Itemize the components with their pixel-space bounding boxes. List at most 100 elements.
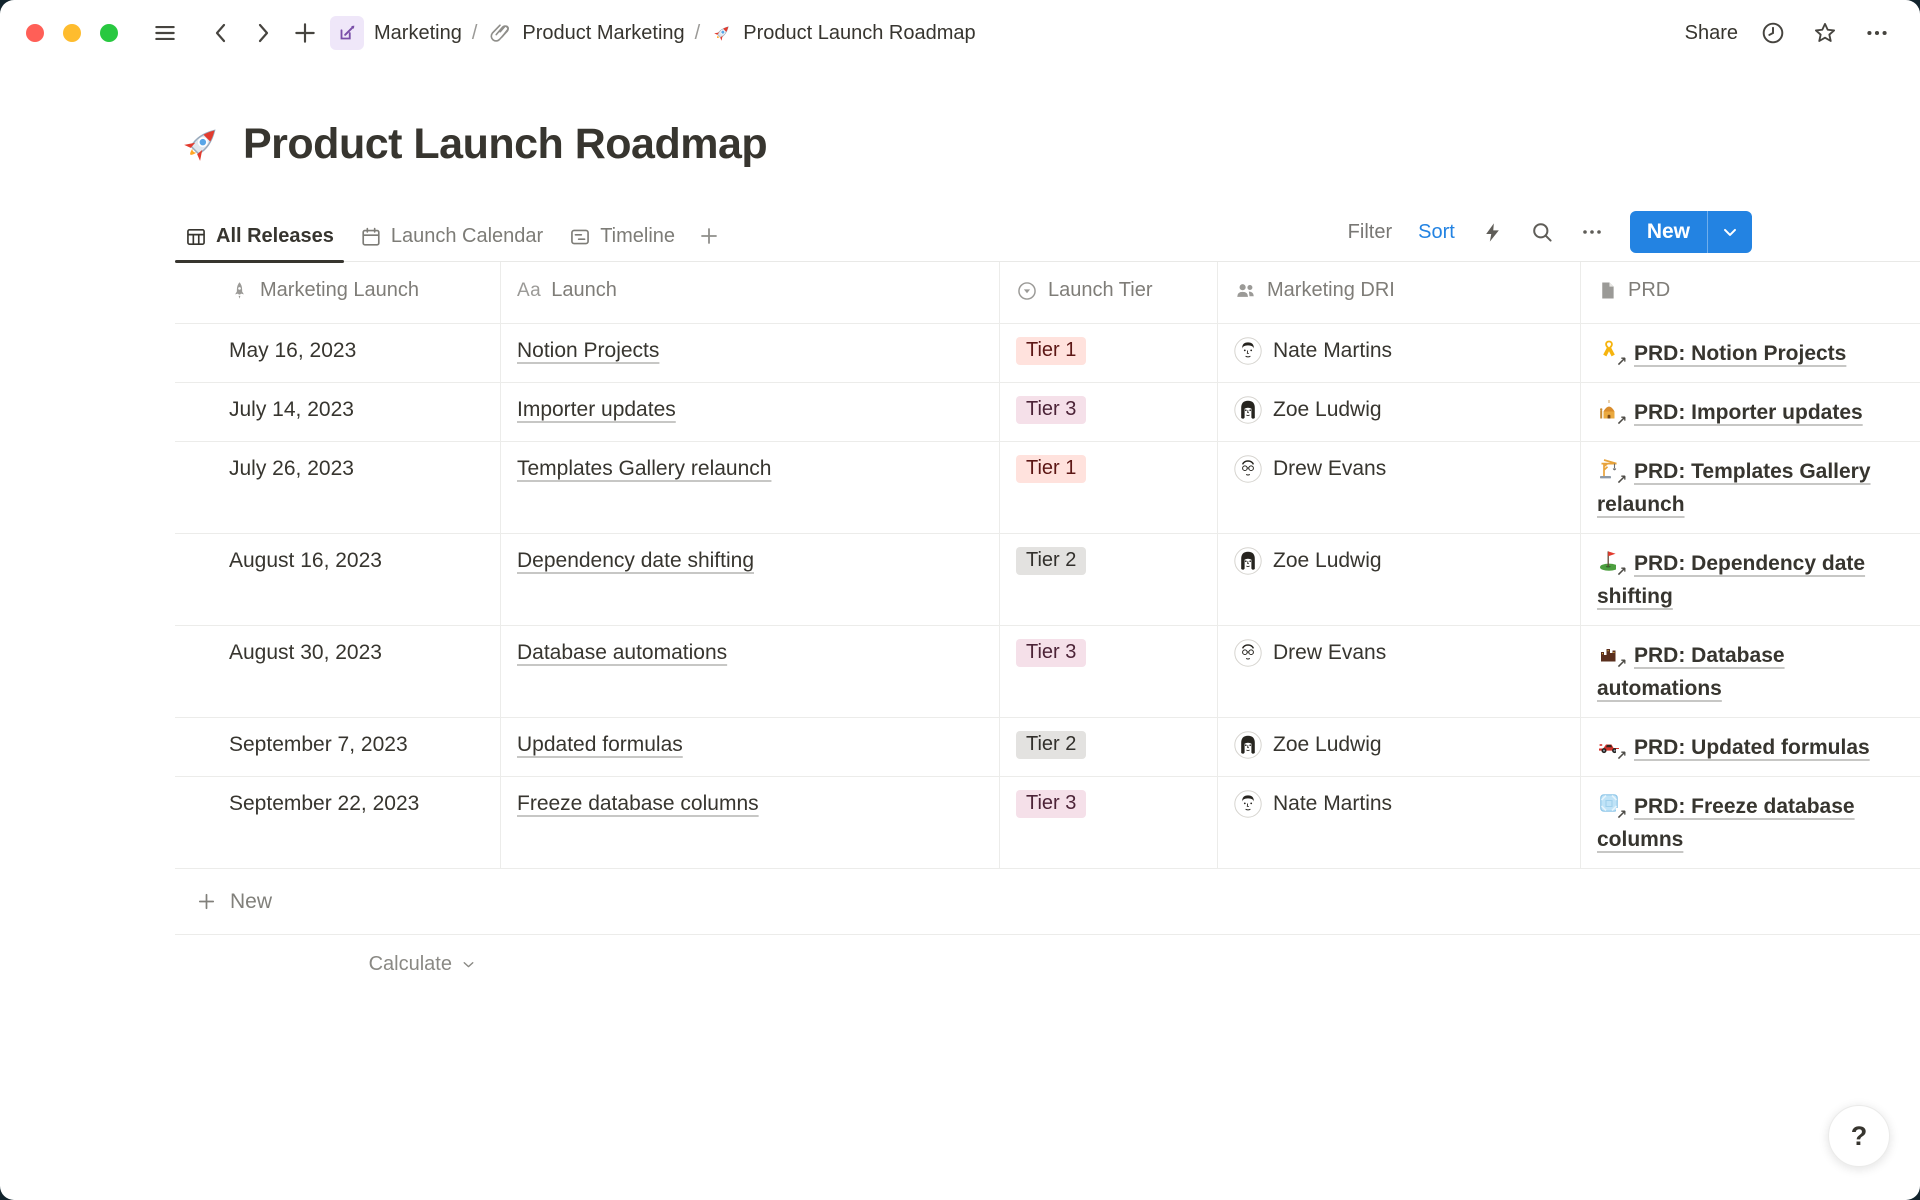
cell-launch-tier[interactable]: Tier 1 xyxy=(1000,324,1218,382)
prd-page-link[interactable]: PRD: Database automations xyxy=(1597,644,1785,700)
cell-launch-tier[interactable]: Tier 2 xyxy=(1000,718,1218,776)
breadcrumb-item-marketing[interactable]: Marketing xyxy=(374,22,462,45)
cell-prd[interactable]: ↗PRD: Database automations xyxy=(1581,626,1920,717)
launch-page-link[interactable]: Notion Projects xyxy=(517,337,659,363)
cell-marketing-dri[interactable]: Drew Evans xyxy=(1218,626,1581,717)
cell-marketing-dri[interactable]: Nate Martins xyxy=(1218,324,1581,382)
breadcrumb-item-product-marketing[interactable]: Product Marketing xyxy=(487,20,684,46)
table-row[interactable]: August 30, 2023 Database automations Tie… xyxy=(175,626,1920,718)
new-record-dropdown[interactable] xyxy=(1708,211,1752,253)
minimize-window-button[interactable] xyxy=(63,24,81,42)
cell-marketing-dri[interactable]: Zoe Ludwig xyxy=(1218,383,1581,441)
cell-prd[interactable]: ↗PRD: Templates Gallery relaunch xyxy=(1581,442,1920,533)
calculate-button[interactable]: Calculate xyxy=(175,935,501,993)
prd-page-link[interactable]: PRD: Freeze database columns xyxy=(1597,795,1855,851)
automations-button[interactable] xyxy=(1481,221,1504,244)
help-button[interactable]: ? xyxy=(1828,1105,1890,1167)
table-row[interactable]: September 7, 2023 Updated formulas Tier … xyxy=(175,718,1920,777)
prd-page-link[interactable]: PRD: Dependency date shifting xyxy=(1597,552,1865,608)
share-button[interactable]: Share xyxy=(1677,18,1746,49)
table-row[interactable]: September 22, 2023 Freeze database colum… xyxy=(175,777,1920,869)
column-header-prd[interactable]: PRD xyxy=(1581,262,1920,323)
cell-launch[interactable]: Templates Gallery relaunch xyxy=(501,442,1000,533)
avatar xyxy=(1234,790,1262,818)
table-row[interactable]: July 26, 2023 Templates Gallery relaunch… xyxy=(175,442,1920,534)
column-header-launch[interactable]: AaLaunch xyxy=(501,262,1000,323)
cell-prd[interactable]: ↗PRD: Dependency date shifting xyxy=(1581,534,1920,625)
cityscape-page-emoji: ↗ xyxy=(1597,640,1625,666)
dri-name: Drew Evans xyxy=(1273,641,1386,665)
page-title[interactable]: Product Launch Roadmap xyxy=(243,120,767,169)
cell-launch-tier[interactable]: Tier 1 xyxy=(1000,442,1218,533)
table-row[interactable]: July 14, 2023 Importer updates Tier 3 Zo… xyxy=(175,383,1920,442)
prd-page-link[interactable]: PRD: Notion Projects xyxy=(1634,342,1846,365)
cell-prd[interactable]: ↗PRD: Importer updates xyxy=(1581,383,1920,441)
cell-prd[interactable]: ↗PRD: Notion Projects xyxy=(1581,324,1920,382)
view-options-button[interactable] xyxy=(1580,220,1604,244)
column-header-marketing-dri[interactable]: Marketing DRI xyxy=(1218,262,1581,323)
more-options-button[interactable] xyxy=(1860,16,1894,50)
cell-marketing-dri[interactable]: Nate Martins xyxy=(1218,777,1581,868)
close-window-button[interactable] xyxy=(26,24,44,42)
cell-prd[interactable]: ↗PRD: Freeze database columns xyxy=(1581,777,1920,868)
add-row-button[interactable]: New xyxy=(175,869,1920,935)
breadcrumb-item-product-launch-roadmap[interactable]: Product Launch Roadmap xyxy=(710,21,975,45)
favorite-button[interactable] xyxy=(1808,16,1842,50)
cell-marketing-launch[interactable]: September 22, 2023 xyxy=(175,777,501,868)
search-view-button[interactable] xyxy=(1530,220,1554,244)
cell-marketing-launch[interactable]: July 26, 2023 xyxy=(175,442,501,533)
sidebar-menu-button[interactable] xyxy=(148,16,182,50)
cell-launch[interactable]: Database automations xyxy=(501,626,1000,717)
cell-launch-tier[interactable]: Tier 3 xyxy=(1000,777,1218,868)
cell-launch-tier[interactable]: Tier 3 xyxy=(1000,626,1218,717)
cell-launch-tier[interactable]: Tier 3 xyxy=(1000,383,1218,441)
new-record-label[interactable]: New xyxy=(1630,211,1707,253)
launch-page-link[interactable]: Importer updates xyxy=(517,396,676,422)
cell-marketing-dri[interactable]: Drew Evans xyxy=(1218,442,1581,533)
table-row[interactable]: May 16, 2023 Notion Projects Tier 1 Nate… xyxy=(175,324,1920,383)
tier-badge: Tier 1 xyxy=(1016,337,1086,365)
column-header-marketing-launch[interactable]: Marketing Launch xyxy=(175,262,501,323)
cell-launch[interactable]: Updated formulas xyxy=(501,718,1000,776)
add-view-button[interactable] xyxy=(691,224,729,261)
sort-button[interactable]: Sort xyxy=(1418,221,1455,244)
cell-launch[interactable]: Importer updates xyxy=(501,383,1000,441)
cell-marketing-dri[interactable]: Zoe Ludwig xyxy=(1218,534,1581,625)
cell-prd[interactable]: ↗ PRD: Updated formulas xyxy=(1581,718,1920,776)
cell-marketing-launch[interactable]: July 14, 2023 xyxy=(175,383,501,441)
prd-page-link[interactable]: PRD: Importer updates xyxy=(1634,401,1863,424)
cell-launch[interactable]: Dependency date shifting xyxy=(501,534,1000,625)
updates-button[interactable] xyxy=(1756,16,1790,50)
launch-date: July 26, 2023 xyxy=(229,455,354,481)
cell-marketing-dri[interactable]: Zoe Ludwig xyxy=(1218,718,1581,776)
cell-marketing-launch[interactable]: May 16, 2023 xyxy=(175,324,501,382)
launch-page-link[interactable]: Database automations xyxy=(517,639,727,665)
cell-marketing-launch[interactable]: August 16, 2023 xyxy=(175,534,501,625)
launch-page-link[interactable]: Templates Gallery relaunch xyxy=(517,455,771,481)
prd-page-link[interactable]: PRD: Templates Gallery relaunch xyxy=(1597,460,1871,516)
forward-button[interactable] xyxy=(246,16,280,50)
cell-marketing-launch[interactable]: August 30, 2023 xyxy=(175,626,501,717)
cell-launch[interactable]: Freeze database columns xyxy=(501,777,1000,868)
tab-launch-calendar[interactable]: Launch Calendar xyxy=(350,225,553,261)
calculate-label: Calculate xyxy=(369,953,452,976)
column-header-launch-tier[interactable]: Launch Tier xyxy=(1000,262,1218,323)
filter-button[interactable]: Filter xyxy=(1348,221,1392,244)
tab-all-releases[interactable]: All Releases xyxy=(175,225,344,261)
link-arrow-icon: ↗ xyxy=(1616,749,1627,762)
table-row[interactable]: August 16, 2023 Dependency date shifting… xyxy=(175,534,1920,626)
cell-launch[interactable]: Notion Projects xyxy=(501,324,1000,382)
zoom-window-button[interactable] xyxy=(100,24,118,42)
new-page-button[interactable] xyxy=(288,16,322,50)
new-record-button[interactable]: New xyxy=(1630,211,1752,253)
launch-page-link[interactable]: Updated formulas xyxy=(517,731,683,757)
cell-launch-tier[interactable]: Tier 2 xyxy=(1000,534,1218,625)
page-rocket-emoji[interactable] xyxy=(175,118,227,170)
back-button[interactable] xyxy=(204,16,238,50)
launch-page-link[interactable]: Dependency date shifting xyxy=(517,547,754,573)
prd-page-link[interactable]: PRD: Updated formulas xyxy=(1634,736,1870,759)
breadcrumb-workspace-icon[interactable] xyxy=(330,16,364,50)
tab-timeline[interactable]: Timeline xyxy=(559,225,685,261)
cell-marketing-launch[interactable]: September 7, 2023 xyxy=(175,718,501,776)
launch-page-link[interactable]: Freeze database columns xyxy=(517,790,759,816)
